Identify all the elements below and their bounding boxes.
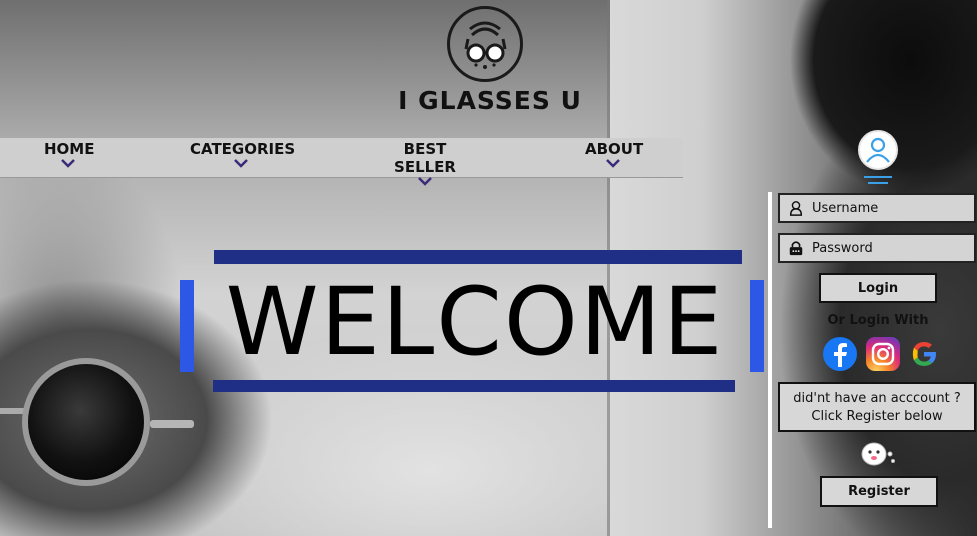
no-account-note: did'nt have an acccount ? Click Register… — [778, 382, 976, 432]
facebook-icon[interactable] — [823, 337, 857, 371]
login-button[interactable]: Login — [819, 273, 937, 303]
username-input[interactable] — [810, 199, 974, 217]
welcome-bar-top — [214, 250, 742, 264]
user-avatar-icon[interactable] — [858, 130, 898, 170]
instagram-icon[interactable] — [866, 337, 900, 371]
welcome-bar-left — [180, 280, 194, 372]
panel-divider — [768, 192, 772, 528]
chevron-down-icon — [418, 177, 432, 186]
or-login-with-label: Or Login With — [827, 313, 929, 328]
nav-item-home[interactable]: HOME — [44, 140, 95, 168]
nav-item-about[interactable]: ABOUT — [585, 140, 644, 168]
chevron-down-icon — [61, 159, 75, 168]
sunglasses-bridge — [150, 420, 194, 428]
main-nav: HOME CATEGORIES BEST SELLER ABOUT — [0, 138, 683, 186]
chevron-down-icon — [234, 159, 248, 168]
welcome-bar-right — [750, 280, 764, 372]
nav-item-label: HOME — [44, 140, 95, 158]
password-field[interactable] — [778, 233, 976, 263]
mascot-icon — [861, 442, 895, 466]
register-button[interactable]: Register — [820, 476, 938, 507]
brand-title: I GLASSES U — [398, 86, 582, 115]
welcome-bar-bottom — [213, 380, 735, 392]
no-account-line2: Click Register below — [811, 409, 943, 424]
nav-item-label: CATEGORIES — [190, 140, 296, 158]
menu-lines-icon — [864, 176, 892, 184]
nav-item-categories[interactable]: CATEGORIES — [190, 140, 296, 168]
password-input[interactable] — [810, 239, 974, 257]
user-icon — [789, 201, 803, 216]
lock-icon — [789, 241, 803, 256]
glasses-logo-icon — [447, 6, 523, 82]
sunglasses-lens — [22, 358, 150, 486]
username-field[interactable] — [778, 193, 976, 223]
nav-item-best-seller[interactable]: BEST SELLER — [374, 140, 476, 186]
welcome-heading: WELCOME — [225, 268, 725, 377]
nav-item-label: ABOUT — [585, 140, 644, 158]
chevron-down-icon — [606, 159, 620, 168]
nav-item-label: BEST SELLER — [394, 140, 456, 176]
no-account-line1: did'nt have an acccount ? — [793, 391, 961, 406]
google-icon[interactable] — [907, 337, 941, 371]
